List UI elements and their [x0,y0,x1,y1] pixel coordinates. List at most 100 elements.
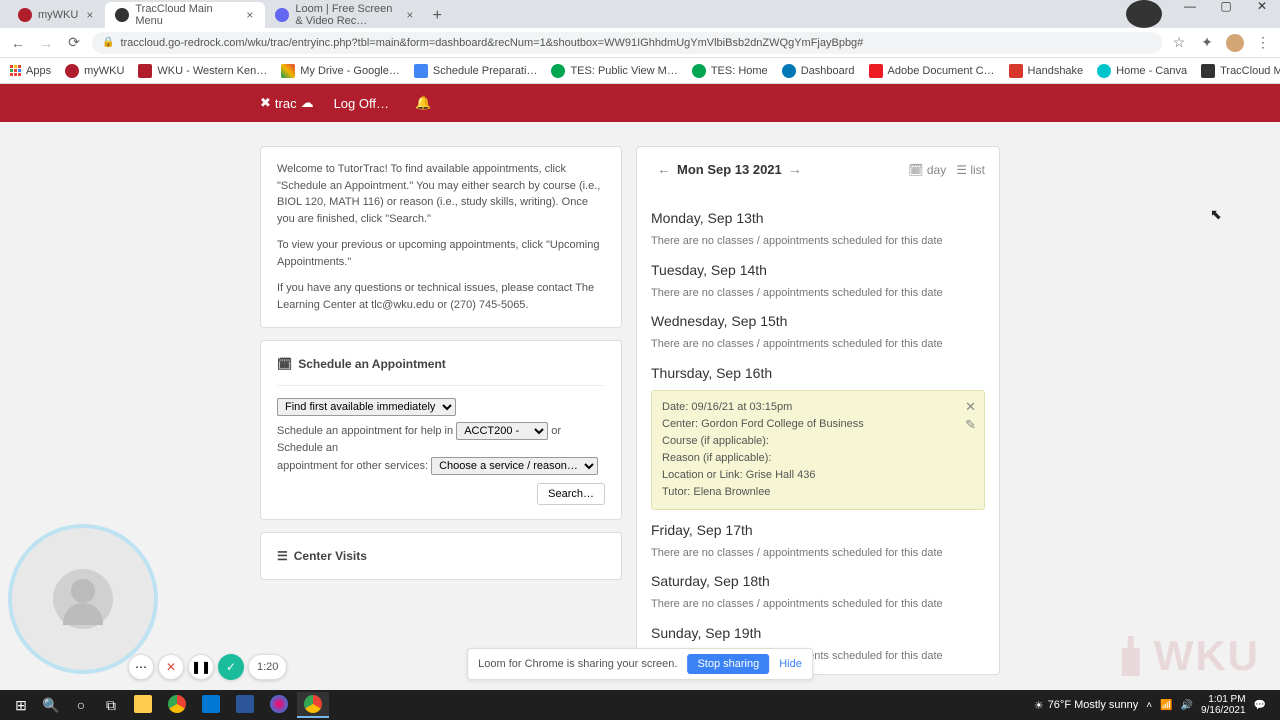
url-input[interactable]: 🔒 traccloud.go-redrock.com/wku/trac/entr… [92,32,1162,54]
bookmark-traccloud[interactable]: TracCloud Main Me… [1201,64,1280,78]
main-content: Welcome to TutorTrac! To find available … [0,122,1280,675]
hide-bar-button[interactable]: Hide [779,658,802,670]
stop-sharing-button[interactable]: Stop sharing [687,654,769,674]
bookmark-handshake[interactable]: Handshake [1009,64,1084,78]
day-empty-text: There are no classes / appointments sche… [651,545,985,562]
loom-controls: ⋯ ✕ ❚❚ ✓ 1:20 [128,654,287,680]
window-controls: — ▢ ✕ [1126,0,1280,28]
bookmark-adobe[interactable]: Adobe Document C… [869,64,995,78]
tab-traccloud[interactable]: TracCloud Main Menu × [105,2,265,28]
bookmark-wku[interactable]: WKU - Western Ken… [138,64,267,78]
system-tray: ☀ 76°F Mostly sunny ˄ 📶 🔊 1:01 PM 9/16/2… [1034,694,1274,716]
cortana-button[interactable]: ○ [66,690,96,720]
loom-camera-bubble[interactable] [8,524,158,674]
schedule-card: 🗓Schedule an Appointment Find first avai… [260,340,622,520]
calendar-icon: 🗓 [277,355,292,373]
day-empty-text: There are no classes / appointments sche… [651,336,985,353]
back-button[interactable]: ← [8,33,28,53]
taskbar-app-misc[interactable] [263,692,295,718]
list-view-button[interactable]: ☰ list [956,161,985,179]
find-first-select[interactable]: Find first available immediately [277,398,456,416]
bookmark-drive[interactable]: My Drive - Google… [281,64,400,78]
reload-button[interactable]: ⟳ [64,33,84,53]
loom-cancel-button[interactable]: ✕ [158,654,184,680]
logoff-link[interactable]: Log Off… [334,96,389,111]
clock[interactable]: 1:01 PM 9/16/2021 [1201,694,1246,716]
maximize-button[interactable]: ▢ [1208,0,1244,20]
welcome-text: Welcome to TutorTrac! To find available … [277,161,605,227]
favicon [275,8,289,22]
share-message: Loom for Chrome is sharing your screen. [478,658,677,670]
day-view-button[interactable]: 🗓 day [908,161,946,179]
tab-loom[interactable]: Loom | Free Screen & Video Rec… × [265,2,425,28]
day-heading: Monday, Sep 13th [651,208,985,229]
close-window-button[interactable]: ✕ [1244,0,1280,20]
loom-more-button[interactable]: ⋯ [128,654,154,680]
browser-tabstrip: myWKU × TracCloud Main Menu × Loom | Fre… [0,0,1280,28]
appointment-card[interactable]: ✕ ✎ Date: 09/16/21 at 03:15pm Center: Go… [651,390,985,510]
minimize-button[interactable]: — [1172,0,1208,20]
menu-icon[interactable]: ⋮ [1254,34,1272,52]
star-icon[interactable]: ☆ [1170,34,1188,52]
bookmark-canva[interactable]: Home - Canva [1097,64,1187,78]
bookmark-mywku[interactable]: myWKU [65,64,124,78]
loom-done-button[interactable]: ✓ [218,654,244,680]
bookmark-dashboard[interactable]: Dashboard [782,64,855,78]
appt-edit-icon[interactable]: ✎ [965,415,976,435]
screen-share-bar: Loom for Chrome is sharing your screen. … [467,648,813,680]
prev-day-button[interactable]: ← [651,159,677,180]
extensions-icon[interactable]: ✦ [1198,34,1216,52]
windows-taskbar: ⊞ 🔍 ○ ⧉ ☀ 76°F Mostly sunny ˄ 📶 🔊 1:01 P… [0,690,1280,720]
task-view-button[interactable]: ⧉ [96,690,126,720]
tray-chevron-icon[interactable]: ˄ [1146,700,1152,711]
search-button[interactable]: Search… [537,483,605,505]
appt-tutor: Tutor: Elena Brownlee [662,484,974,501]
tab-mywku[interactable]: myWKU × [8,2,105,28]
close-icon[interactable]: × [84,8,95,22]
taskbar-app-explorer[interactable] [127,692,159,718]
calendar-header: ← Mon Sep 13 2021 → 🗓 day ☰ list [637,147,999,192]
tray-volume-icon[interactable]: 🔊 [1181,700,1193,711]
trac-logo[interactable]: ✖ trac☁ [260,95,314,111]
appt-location: Location or Link: Grise Hall 436 [662,467,974,484]
profile-avatar[interactable] [1226,34,1244,52]
bookmark-schedule[interactable]: Schedule Preparati… [414,64,538,78]
taskbar-app-chrome[interactable] [161,692,193,718]
favicon [18,8,32,22]
taskbar-app-outlook[interactable] [195,692,227,718]
new-tab-button[interactable]: + [425,4,449,28]
close-icon[interactable]: × [244,8,255,22]
next-day-button[interactable]: → [782,159,808,180]
weather-widget[interactable]: ☀ 76°F Mostly sunny [1034,699,1138,712]
center-visits-card: ☰Center Visits [260,532,622,580]
notifications-icon[interactable]: 💬 [1254,700,1266,711]
schedule-title: 🗓Schedule an Appointment [277,355,605,373]
welcome-card: Welcome to TutorTrac! To find available … [260,146,622,328]
day-empty-text: There are no classes / appointments sche… [651,596,985,613]
taskbar-app-chrome-active[interactable] [297,692,329,718]
close-icon[interactable]: × [404,8,415,22]
taskbar-app-word[interactable] [229,692,261,718]
apps-button[interactable]: Apps [10,65,51,77]
appt-center: Center: Gordon Ford College of Business [662,416,974,433]
day-heading: Friday, Sep 17th [651,520,985,541]
tower-icon [1116,636,1146,676]
bookmark-tes-public[interactable]: TES: Public View M… [551,64,677,78]
avatar-placeholder-icon [53,569,113,629]
course-select[interactable]: ACCT200 - [456,422,548,440]
wku-watermark: WKU [1116,632,1260,680]
favicon [115,8,129,22]
loom-indicator-icon[interactable] [1126,0,1162,28]
bell-icon[interactable]: 🔔 [415,95,431,111]
service-select[interactable]: Choose a service / reason… [431,457,598,475]
start-button[interactable]: ⊞ [6,690,36,720]
forward-button[interactable]: → [36,33,56,53]
welcome-text: To view your previous or upcoming appoin… [277,237,605,270]
search-button[interactable]: 🔍 [36,690,66,720]
bookmark-tes-home[interactable]: TES: Home [692,64,768,78]
day-empty-text: There are no classes / appointments sche… [651,285,985,302]
tab-title: myWKU [38,9,78,21]
tray-network-icon[interactable]: 📶 [1160,700,1172,711]
list-icon: ☰ [277,547,288,565]
loom-pause-button[interactable]: ❚❚ [188,654,214,680]
